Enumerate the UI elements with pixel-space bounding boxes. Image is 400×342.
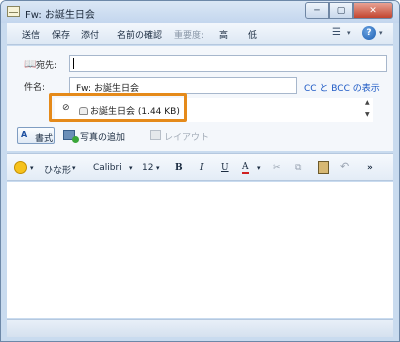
app-icon — [7, 6, 20, 17]
show-cc-bcc-link[interactable]: CC と BCC の表示 — [304, 81, 380, 94]
send-button[interactable]: 送信 — [22, 28, 40, 41]
font-family-caret-icon[interactable]: ▾ — [129, 164, 133, 172]
status-bar — [7, 319, 393, 337]
italic-button[interactable]: I — [200, 163, 204, 173]
save-button[interactable]: 保存 — [52, 28, 70, 41]
menu-icon[interactable]: ☰ — [332, 27, 341, 38]
format-toolbar: ▾ ひな形 ▾ Calibri ▾ 12 ▾ B I U A ▾ ✂ ⧉ ↶ » — [7, 153, 393, 181]
help-icon[interactable]: ? — [362, 26, 376, 40]
layout-button: レイアウト — [164, 133, 210, 143]
format-icon: A — [21, 130, 28, 139]
font-size-select[interactable]: 12 — [142, 163, 153, 173]
subject-field[interactable]: Fw: お誕生日会 — [69, 77, 297, 94]
title-bar[interactable]: Fw: お誕生日会 ─ ▢ ✕ — [1, 1, 399, 23]
font-color-caret-icon[interactable]: ▾ — [257, 164, 261, 172]
to-field[interactable] — [69, 55, 387, 72]
paste-icon[interactable] — [318, 161, 329, 174]
attach-button[interactable]: 添付 — [81, 28, 99, 41]
address-book-icon[interactable]: 📖 — [24, 59, 36, 70]
attachment-highlight — [49, 93, 187, 122]
font-color-button[interactable]: A — [242, 163, 249, 174]
to-label[interactable]: 宛先: — [36, 58, 57, 71]
importance-low-button[interactable]: 低 — [248, 28, 257, 41]
minimize-button[interactable]: ─ — [305, 2, 329, 19]
font-size-caret-icon[interactable]: ▾ — [156, 164, 160, 172]
format-label: 書式 — [35, 134, 54, 144]
message-header: 📖 宛先: 件名: Fw: お誕生日会 CC と BCC の表示 ⊘ お誕生日会… — [7, 46, 393, 151]
attachment-scroll-up[interactable]: ▲ — [365, 99, 370, 106]
cut-icon[interactable]: ✂ — [273, 163, 281, 173]
emoticon-icon[interactable] — [14, 161, 27, 174]
window-title: Fw: お誕生日会 — [25, 10, 95, 21]
font-family-select[interactable]: Calibri — [93, 163, 122, 173]
attachment-scroll-down[interactable]: ▼ — [365, 111, 370, 118]
underline-button[interactable]: U — [221, 163, 229, 173]
compose-window: Fw: お誕生日会 ─ ▢ ✕ 送信 保存 添付 名前の確認 重要度: 高 低 … — [0, 0, 400, 342]
emoticon-caret-icon[interactable]: ▾ — [30, 164, 34, 172]
importance-label: 重要度: — [174, 31, 205, 41]
more-options-button[interactable]: » — [367, 163, 373, 173]
stationery-caret-icon[interactable]: ▾ — [72, 164, 76, 172]
layout-icon — [150, 130, 161, 140]
text-cursor — [73, 58, 74, 69]
stationery-dropdown[interactable]: ひな形 — [44, 163, 71, 176]
compose-toolbar: 送信 保存 添付 名前の確認 重要度: 高 低 ☰ ▾ ? ▾ — [7, 23, 393, 45]
window-controls: ─ ▢ ✕ — [305, 2, 393, 19]
check-names-button[interactable]: 名前の確認 — [117, 28, 162, 41]
subject-label: 件名: — [24, 83, 46, 93]
bold-button[interactable]: B — [175, 163, 183, 173]
undo-icon[interactable]: ↶ — [340, 160, 349, 173]
importance-high-button[interactable]: 高 — [219, 28, 228, 41]
copy-icon[interactable]: ⧉ — [295, 163, 301, 173]
format-button[interactable]: A 書式 — [17, 127, 55, 144]
maximize-button[interactable]: ▢ — [329, 2, 353, 19]
menu-caret-icon[interactable]: ▾ — [347, 29, 351, 37]
message-body[interactable] — [7, 182, 393, 318]
add-photo-button[interactable]: 写真の追加 — [80, 130, 125, 143]
photo-icon[interactable] — [63, 130, 79, 143]
close-button[interactable]: ✕ — [353, 2, 393, 19]
help-caret-icon[interactable]: ▾ — [379, 29, 383, 37]
